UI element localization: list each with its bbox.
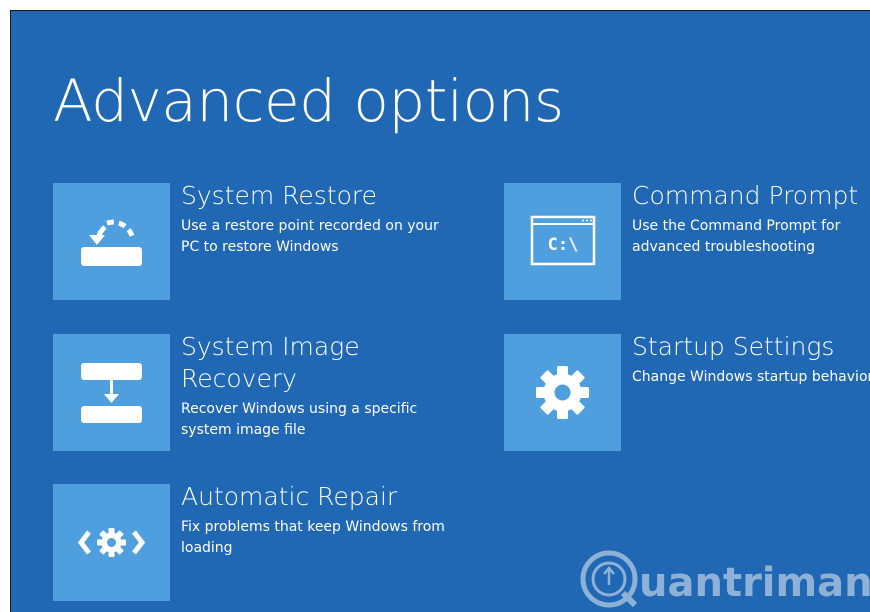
option-title: Automatic Repair — [181, 482, 398, 511]
option-description: Recover Windows using a specific system … — [181, 401, 418, 438]
startup-settings-tile[interactable] — [504, 334, 621, 451]
option-system-restore[interactable]: System Restore Use a restore point recor… — [53, 181, 473, 300]
command-prompt-icon: C:\ — [530, 215, 596, 266]
image-recovery-icon — [81, 363, 142, 423]
command-prompt-tile[interactable]: C:\ — [504, 183, 621, 300]
watermark: uantrimang — [577, 541, 870, 611]
option-title: Startup Settings — [632, 332, 835, 361]
gear-icon — [536, 366, 589, 419]
option-title: System Image Recovery — [181, 332, 360, 393]
watermark-text: uantrimang — [639, 560, 870, 606]
restore-icon — [81, 219, 142, 266]
system-image-recovery-tile[interactable] — [53, 334, 170, 451]
option-system-image-recovery[interactable]: System Image Recovery Recover Windows us… — [53, 332, 473, 451]
page-title: Advanced options — [53, 67, 564, 135]
option-title: System Restore — [181, 181, 378, 210]
system-restore-tile[interactable] — [53, 183, 170, 300]
automatic-repair-tile[interactable] — [53, 484, 170, 601]
option-command-prompt[interactable]: C:\ Command Prompt Use the Command Promp… — [504, 181, 870, 300]
option-description: Use the Command Prompt for advanced trou… — [632, 218, 841, 255]
option-automatic-repair[interactable]: Automatic Repair Fix problems that keep … — [53, 482, 473, 601]
option-description: Fix problems that keep Windows from load… — [181, 519, 445, 556]
option-description: Use a restore point recorded on your PC … — [181, 218, 439, 255]
command-prompt-icon-text: C:\ — [548, 235, 579, 255]
watermark-logo-icon: uantrimang — [580, 550, 870, 608]
option-startup-settings[interactable]: Startup Settings Change Windows startup … — [504, 332, 870, 451]
option-description: Change Windows startup behavior — [632, 369, 870, 385]
advanced-options-screen: Advanced options System Restore Use a re… — [10, 10, 870, 612]
option-title: Command Prompt — [632, 181, 859, 210]
repair-icon — [77, 528, 146, 557]
